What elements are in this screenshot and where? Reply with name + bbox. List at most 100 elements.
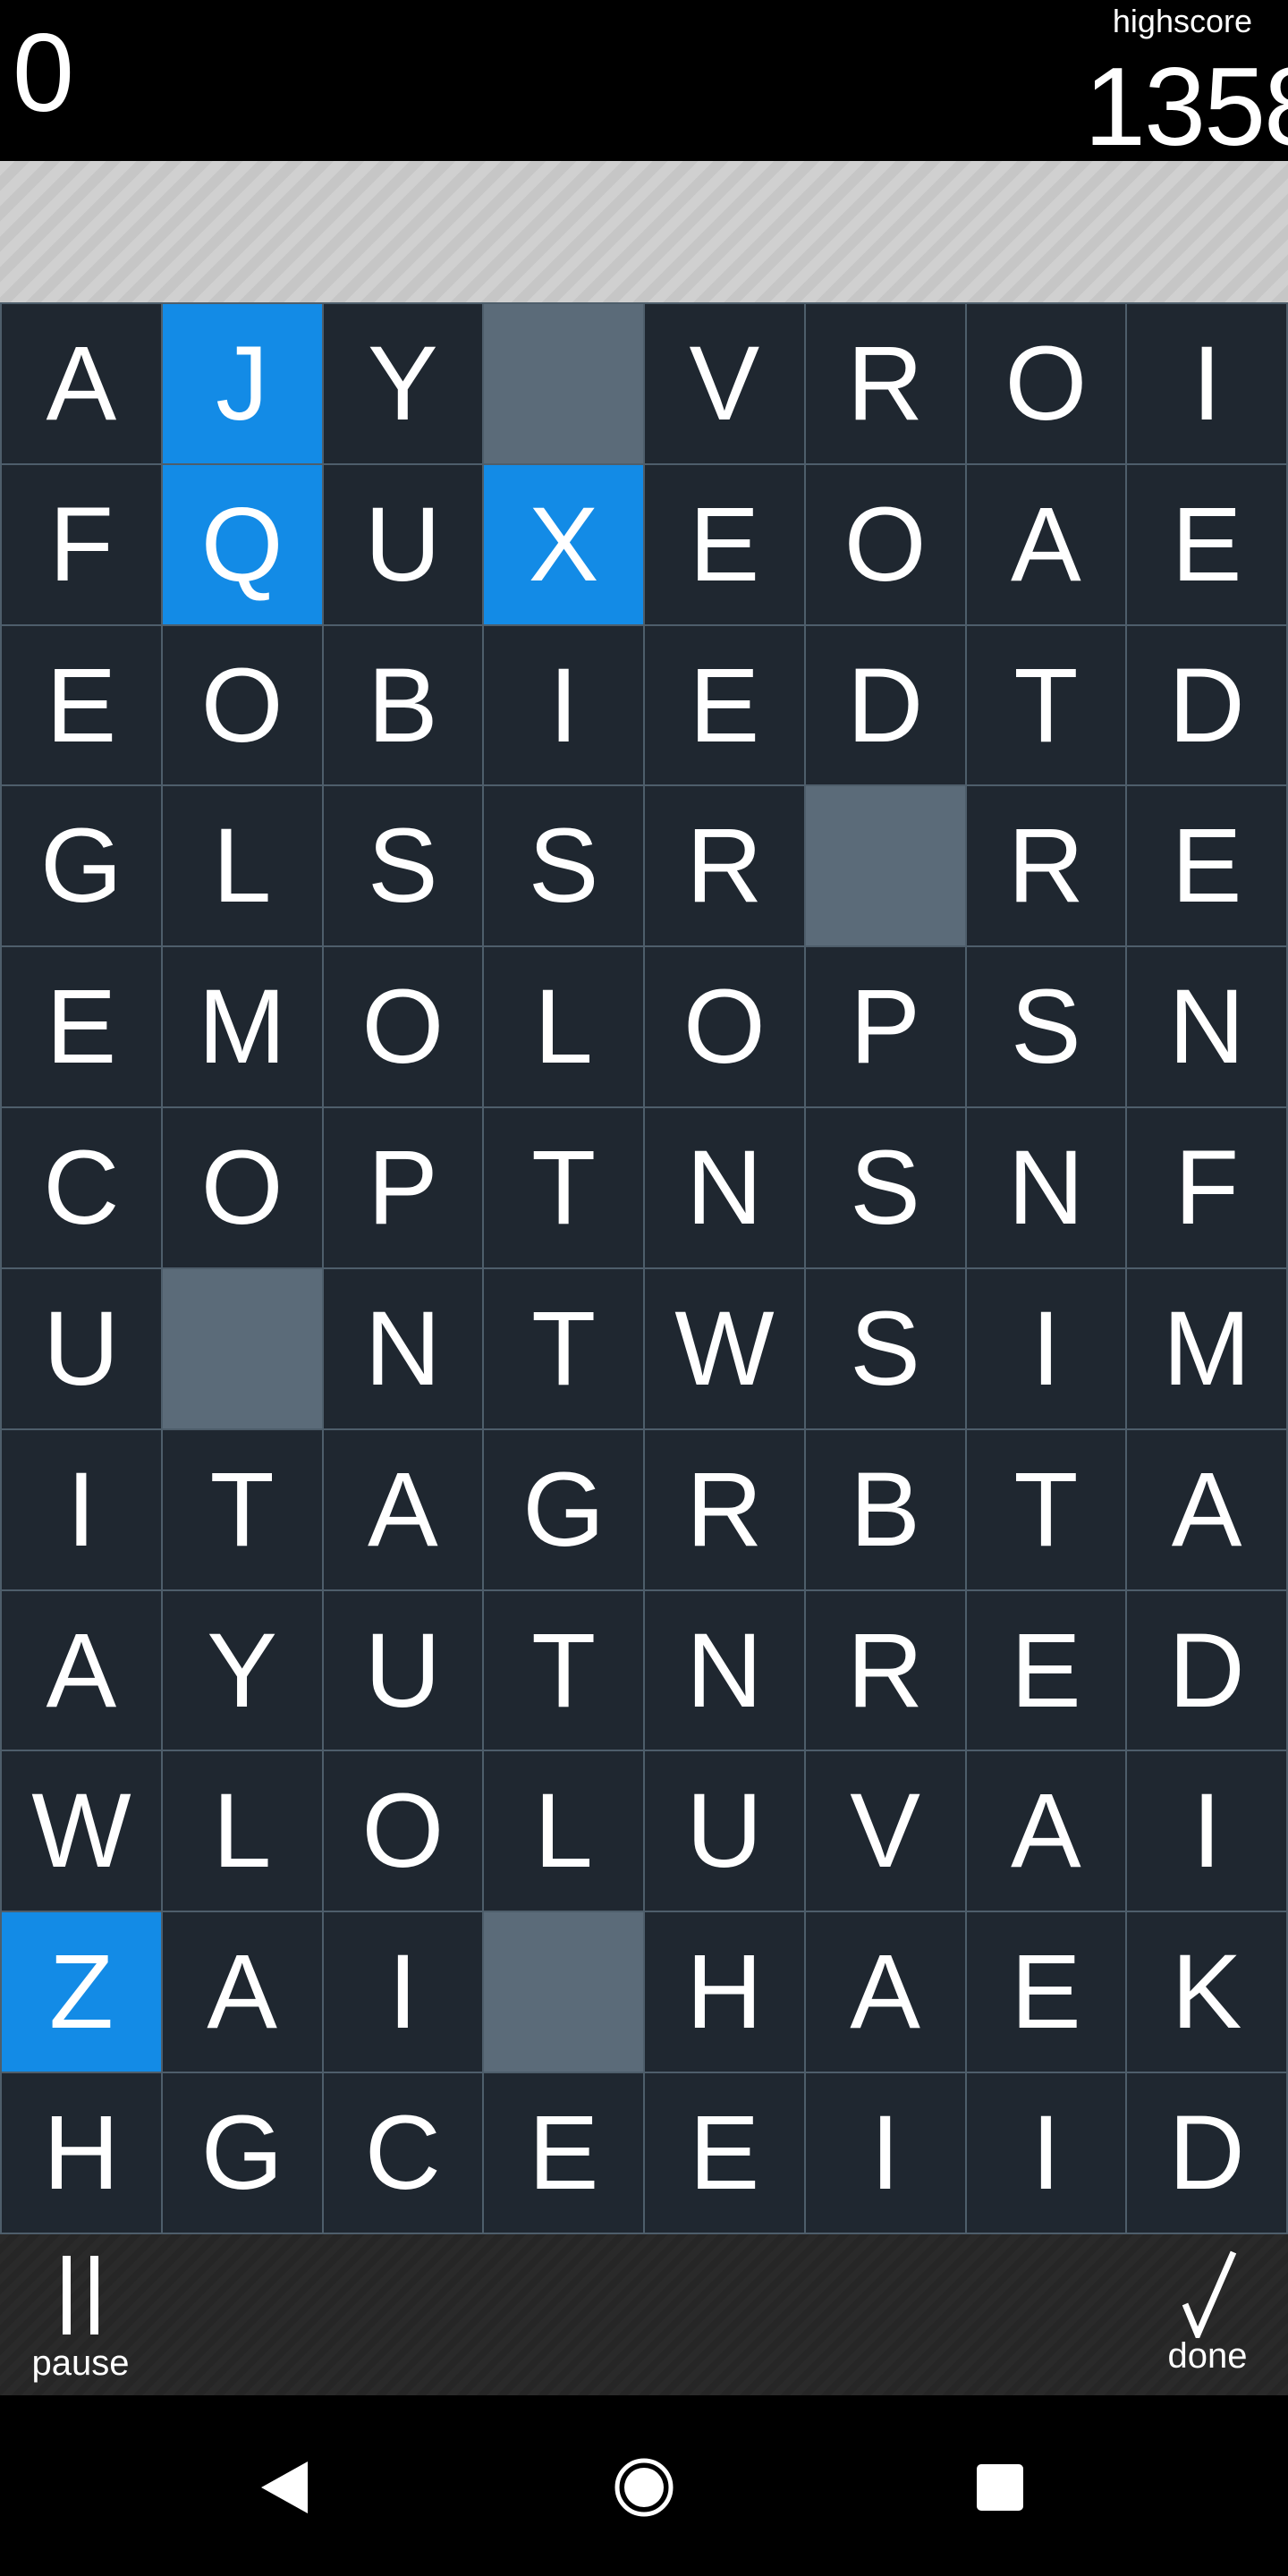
letter-tile[interactable]: I xyxy=(966,1268,1126,1428)
letter-tile[interactable]: O xyxy=(162,1108,322,1267)
done-button[interactable]: done xyxy=(1127,2249,1288,2383)
letter-tile[interactable]: J xyxy=(162,304,322,463)
letter-tile[interactable]: M xyxy=(1127,1268,1286,1428)
letter-tile[interactable]: R xyxy=(645,1429,804,1589)
letter-tile[interactable]: I xyxy=(1127,1751,1286,1911)
letter-tile[interactable]: F xyxy=(2,464,161,624)
letter-tile[interactable]: A xyxy=(323,1429,483,1589)
letter-tile[interactable]: S xyxy=(805,1108,965,1267)
letter-tile[interactable]: X xyxy=(484,464,643,624)
letter-grid: AJYVROIFQUXEOAEEOBIEDTDGLSSRREEMOLOPSNCO… xyxy=(0,302,1288,2234)
letter-tile[interactable]: E xyxy=(966,1590,1126,1750)
letter-tile[interactable]: V xyxy=(645,304,804,463)
letter-tile[interactable]: B xyxy=(805,1429,965,1589)
letter-tile[interactable]: E xyxy=(645,2073,804,2233)
letter-tile[interactable]: G xyxy=(2,786,161,946)
letter-tile[interactable]: E xyxy=(484,2073,643,2233)
letter-tile[interactable]: T xyxy=(966,625,1126,785)
letter-tile[interactable]: I xyxy=(484,625,643,785)
letter-tile[interactable]: P xyxy=(805,947,965,1107)
letter-tile[interactable]: E xyxy=(645,625,804,785)
letter-tile[interactable]: I xyxy=(805,2073,965,2233)
letter-tile[interactable]: S xyxy=(323,786,483,946)
back-triangle-icon[interactable] xyxy=(244,2447,325,2528)
letter-tile[interactable]: E xyxy=(645,464,804,624)
empty-tile xyxy=(484,1912,643,2072)
letter-tile[interactable]: D xyxy=(1127,625,1286,785)
letter-tile[interactable]: G xyxy=(484,1429,643,1589)
letter-tile[interactable]: O xyxy=(162,625,322,785)
letter-tile[interactable]: T xyxy=(484,1268,643,1428)
letter-tile[interactable]: M xyxy=(162,947,322,1107)
letter-tile[interactable]: I xyxy=(323,1912,483,2072)
letter-tile[interactable]: O xyxy=(805,464,965,624)
letter-tile[interactable]: T xyxy=(484,1108,643,1267)
letter-tile[interactable]: A xyxy=(1127,1429,1286,1589)
letter-tile[interactable]: T xyxy=(162,1429,322,1589)
letter-tile[interactable]: A xyxy=(966,1751,1126,1911)
letter-tile[interactable]: U xyxy=(323,1590,483,1750)
letter-tile[interactable]: L xyxy=(484,947,643,1107)
letter-tile[interactable]: G xyxy=(162,2073,322,2233)
letter-tile[interactable]: B xyxy=(323,625,483,785)
letter-tile[interactable]: Y xyxy=(323,304,483,463)
empty-tile xyxy=(162,1268,322,1428)
letter-tile[interactable]: D xyxy=(1127,2073,1286,2233)
letter-tile[interactable]: O xyxy=(966,304,1126,463)
letter-tile[interactable]: D xyxy=(1127,1590,1286,1750)
letter-tile[interactable]: D xyxy=(805,625,965,785)
letter-tile[interactable]: N xyxy=(645,1590,804,1750)
letter-tile[interactable]: T xyxy=(966,1429,1126,1589)
letter-tile[interactable]: T xyxy=(484,1590,643,1750)
letter-tile[interactable]: U xyxy=(2,1268,161,1428)
letter-tile[interactable]: W xyxy=(645,1268,804,1428)
letter-tile[interactable]: E xyxy=(1127,786,1286,946)
letter-tile[interactable]: C xyxy=(323,2073,483,2233)
letter-tile[interactable]: S xyxy=(805,1268,965,1428)
letter-tile[interactable]: S xyxy=(484,786,643,946)
letter-tile[interactable]: W xyxy=(2,1751,161,1911)
letter-tile[interactable]: E xyxy=(2,947,161,1107)
letter-tile[interactable]: U xyxy=(323,464,483,624)
letter-tile[interactable]: N xyxy=(323,1268,483,1428)
letter-tile[interactable]: I xyxy=(2,1429,161,1589)
letter-tile[interactable]: R xyxy=(645,786,804,946)
letter-tile[interactable]: H xyxy=(2,2073,161,2233)
pause-button[interactable]: pause xyxy=(0,2249,161,2383)
letter-tile[interactable]: N xyxy=(966,1108,1126,1267)
letter-tile[interactable]: O xyxy=(323,947,483,1107)
letter-tile[interactable]: V xyxy=(805,1751,965,1911)
letter-tile[interactable]: H xyxy=(645,1912,804,2072)
letter-tile[interactable]: N xyxy=(645,1108,804,1267)
letter-tile[interactable]: A xyxy=(805,1912,965,2072)
letter-tile[interactable]: I xyxy=(966,2073,1126,2233)
letter-tile[interactable]: S xyxy=(966,947,1126,1107)
letter-tile[interactable]: L xyxy=(162,786,322,946)
letter-tile[interactable]: E xyxy=(2,625,161,785)
letter-tile[interactable]: E xyxy=(1127,464,1286,624)
letter-tile[interactable]: U xyxy=(645,1751,804,1911)
letter-tile[interactable]: O xyxy=(645,947,804,1107)
letter-tile[interactable]: A xyxy=(2,1590,161,1750)
letter-tile[interactable]: Y xyxy=(162,1590,322,1750)
letter-tile[interactable]: A xyxy=(162,1912,322,2072)
letter-tile[interactable]: R xyxy=(805,1590,965,1750)
letter-tile[interactable]: O xyxy=(323,1751,483,1911)
recents-square-icon[interactable] xyxy=(960,2447,1040,2528)
letter-tile[interactable]: I xyxy=(1127,304,1286,463)
letter-tile[interactable]: E xyxy=(966,1912,1126,2072)
letter-tile[interactable]: R xyxy=(805,304,965,463)
letter-tile[interactable]: C xyxy=(2,1108,161,1267)
letter-tile[interactable]: N xyxy=(1127,947,1286,1107)
letter-tile[interactable]: A xyxy=(966,464,1126,624)
letter-tile[interactable]: Z xyxy=(2,1912,161,2072)
letter-tile[interactable]: K xyxy=(1127,1912,1286,2072)
letter-tile[interactable]: Q xyxy=(162,464,322,624)
letter-tile[interactable]: L xyxy=(162,1751,322,1911)
letter-tile[interactable]: P xyxy=(323,1108,483,1267)
letter-tile[interactable]: F xyxy=(1127,1108,1286,1267)
letter-tile[interactable]: L xyxy=(484,1751,643,1911)
letter-tile[interactable]: A xyxy=(2,304,161,463)
letter-tile[interactable]: R xyxy=(966,786,1126,946)
home-circle-icon[interactable] xyxy=(604,2447,684,2528)
